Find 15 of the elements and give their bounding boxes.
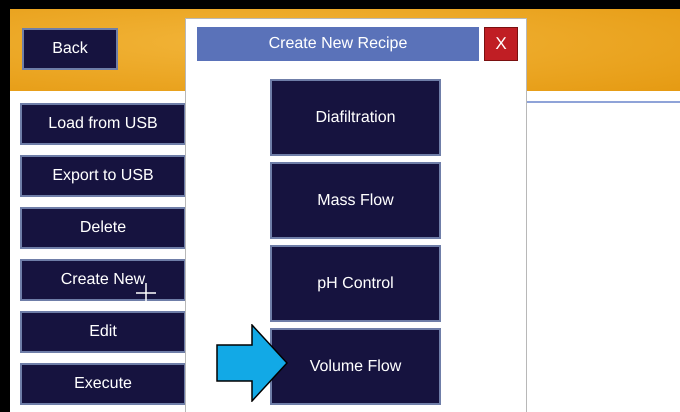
sidebar-button[interactable]: Execute xyxy=(20,363,186,405)
recipe-type-button[interactable]: Diafiltration xyxy=(270,79,441,156)
sidebar-button[interactable]: Edit xyxy=(20,311,186,353)
dialog-title: Create New Recipe xyxy=(197,27,479,61)
close-button[interactable]: X xyxy=(484,27,518,61)
crosshair-cursor-icon xyxy=(136,283,156,303)
recipe-type-button[interactable]: Volume Flow xyxy=(270,328,441,405)
recipe-type-button[interactable]: Mass Flow xyxy=(270,162,441,239)
sidebar-button[interactable]: Load from USB xyxy=(20,103,186,145)
arrow-icon xyxy=(216,324,288,402)
back-button[interactable]: Back xyxy=(22,28,118,70)
sidebar-button[interactable]: Delete xyxy=(20,207,186,249)
sidebar-button[interactable]: Export to USB xyxy=(20,155,186,197)
sidebar-button[interactable]: Create New xyxy=(20,259,186,301)
recipe-type-button[interactable]: pH Control xyxy=(270,245,441,322)
